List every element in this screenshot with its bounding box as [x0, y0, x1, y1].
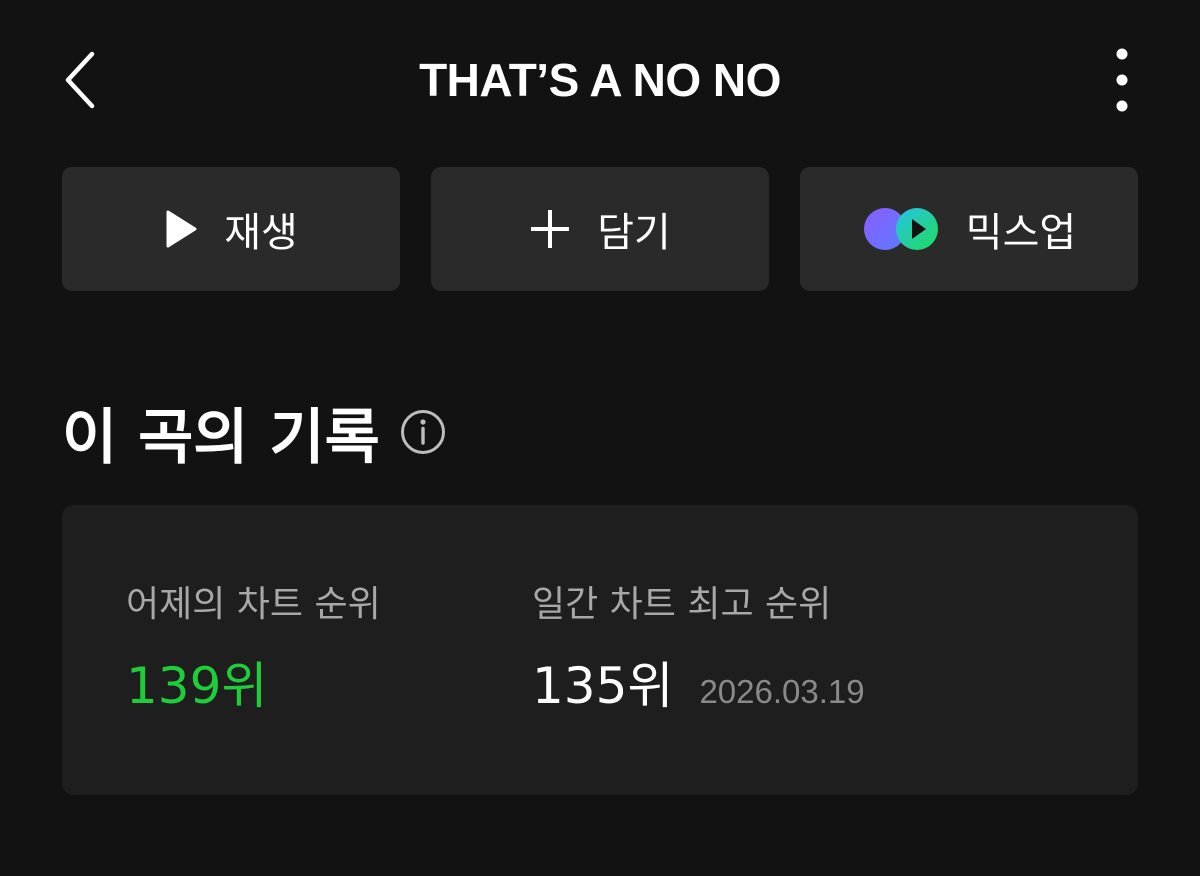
section-title: 이 곡의 기록 [62, 402, 380, 473]
chart-stats-card: 어제의 차트 순위 139위 일간 차트 최고 순위 135위 2026.03.… [62, 505, 1138, 795]
plus-icon [529, 208, 571, 250]
mixup-logo-icon [862, 206, 940, 252]
best-daily-rank-label: 일간 차트 최고 순위 [532, 584, 832, 625]
play-button[interactable]: 재생 [62, 167, 400, 291]
mixup-button[interactable]: 믹스업 [800, 167, 1138, 291]
top-app-bar: THAT’S A NO NO [0, 0, 1200, 156]
back-button[interactable] [48, 40, 112, 120]
info-button[interactable] [398, 407, 448, 457]
more-options-button[interactable] [1092, 40, 1152, 120]
section-header: 이 곡의 기록 [62, 388, 448, 476]
mixup-button-label: 믹스업 [965, 210, 1077, 256]
best-daily-rank-stat: 일간 차트 최고 순위 135위 2026.03.19 [532, 575, 865, 719]
info-icon [400, 410, 445, 454]
yesterday-rank-value-row: 139위 [126, 653, 381, 719]
play-button-label: 재생 [224, 210, 298, 256]
play-icon [164, 209, 198, 249]
best-daily-rank-date: 2026.03.19 [699, 673, 865, 710]
best-daily-rank-value-row: 135위 2026.03.19 [532, 653, 865, 719]
more-vertical-icon [1116, 48, 1128, 112]
chevron-left-icon [65, 51, 95, 109]
yesterday-rank-stat: 어제의 차트 순위 139위 [126, 575, 381, 719]
add-button-label: 담기 [597, 210, 671, 256]
action-button-row: 재생 담기 믹스업 [62, 167, 1138, 291]
yesterday-rank-value: 139위 [126, 657, 268, 715]
page-title: THAT’S A NO NO [419, 54, 781, 106]
yesterday-rank-label: 어제의 차트 순위 [126, 584, 381, 625]
best-daily-rank-value: 135위 [532, 657, 674, 715]
add-to-playlist-button[interactable]: 담기 [431, 167, 769, 291]
